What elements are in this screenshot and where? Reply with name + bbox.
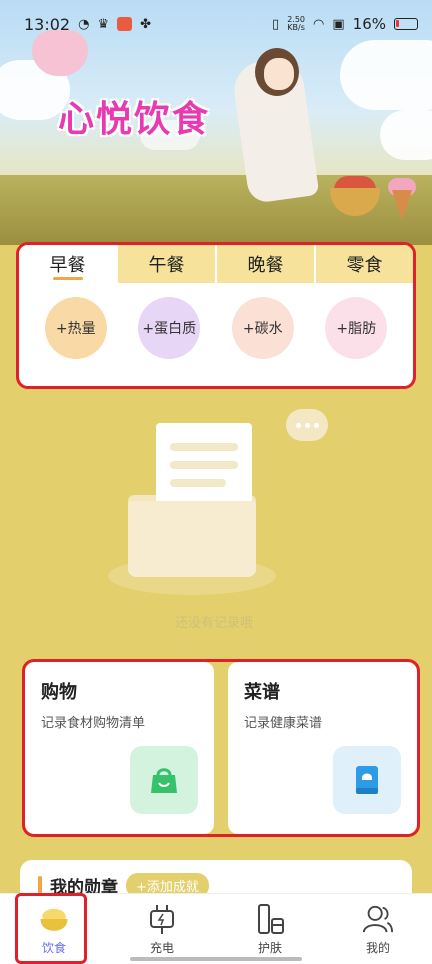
nav-profile[interactable]: 我的	[324, 894, 432, 964]
network-speed: 2.50 KB/s	[287, 15, 306, 32]
user-icon	[362, 903, 394, 935]
nav-diet[interactable]: 饮食	[0, 894, 108, 964]
status-right: ▯ 2.50 KB/s ◠ ▣ 16%	[272, 15, 418, 33]
ice-cream-icon	[392, 190, 412, 220]
tab-snack[interactable]: 零食	[316, 245, 413, 283]
status-time: 13:02	[24, 14, 71, 34]
status-left: 13:02 ◔ ♛ ✤	[24, 15, 151, 34]
vibrate-icon: ▯	[272, 16, 280, 32]
tab-dinner[interactable]: 晚餐	[217, 245, 316, 283]
rice-bowl-icon	[38, 903, 70, 935]
empty-state-text: 还没有记录哦	[174, 616, 253, 631]
recipe-subtitle: 记录健康菜谱	[244, 716, 323, 731]
add-fat-button[interactable]: +脂肪	[325, 297, 388, 359]
nav-skincare[interactable]: 护肤	[216, 894, 324, 964]
chat-bubble-icon	[286, 409, 328, 441]
crown-icon: ♛	[97, 16, 110, 32]
meal-tabs: 早餐 午餐 晚餐 零食	[19, 245, 413, 283]
fan-icon: ✤	[140, 16, 152, 32]
add-calories-button[interactable]: +热量	[44, 297, 107, 359]
sim-icon: ▣	[332, 16, 345, 32]
feature-cards: 购物 记录食材购物清单 菜谱 记录健康菜谱	[22, 659, 420, 837]
shopping-title: 购物	[41, 682, 77, 703]
app-title: 心悦饮食	[58, 99, 211, 140]
recipe-card[interactable]: 菜谱 记录健康菜谱	[228, 662, 417, 834]
tab-breakfast[interactable]: 早餐	[19, 245, 118, 283]
nutrient-buttons: +热量 +蛋白质 +碳水 +脂肪	[19, 283, 413, 373]
app-notification-icon	[117, 17, 133, 31]
recipe-book-icon	[333, 746, 401, 814]
nav-diet-label: 饮食	[41, 940, 66, 955]
plug-icon	[146, 903, 178, 935]
home-indicator[interactable]	[130, 957, 302, 961]
inbox-icon	[128, 501, 256, 577]
shopping-card[interactable]: 购物 记录食材购物清单	[25, 662, 214, 834]
add-carbs-button[interactable]: +碳水	[231, 297, 294, 359]
nav-charge[interactable]: 充电	[108, 894, 216, 964]
recipe-title: 菜谱	[244, 682, 280, 703]
wifi-icon: ◠	[313, 16, 325, 32]
shopping-bag-icon	[130, 746, 198, 814]
nav-charge-label: 充电	[149, 940, 174, 955]
status-bar: 13:02 ◔ ♛ ✤ ▯ 2.50 KB/s ◠ ▣ 16%	[0, 0, 432, 48]
add-protein-button[interactable]: +蛋白质	[138, 297, 201, 359]
tab-lunch[interactable]: 午餐	[118, 245, 217, 283]
battery-percent: 16%	[352, 15, 386, 33]
empty-state: 还没有记录哦	[100, 405, 340, 635]
shopping-subtitle: 记录食材购物清单	[41, 716, 146, 731]
bottom-nav: 饮食 充电 护肤 我的	[0, 893, 432, 964]
nav-skincare-label: 护肤	[257, 940, 282, 955]
battery-icon	[394, 18, 418, 30]
signal-app-icon: ◔	[78, 16, 90, 32]
nav-profile-label: 我的	[365, 940, 390, 955]
meal-card: 早餐 午餐 晚餐 零食 +热量 +蛋白质 +碳水 +脂肪	[16, 242, 416, 389]
skincare-icon	[254, 903, 286, 935]
